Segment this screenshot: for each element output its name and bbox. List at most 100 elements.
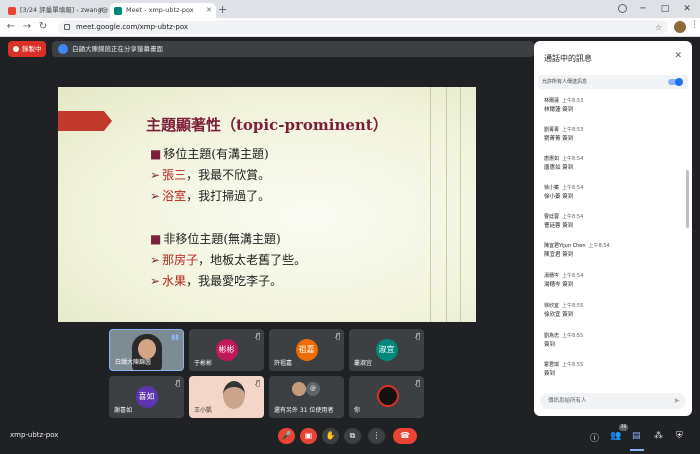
participant-count-badge: 39	[619, 424, 628, 431]
participant-tile[interactable]: 🎙̸ 喜如 謝喜如	[109, 376, 184, 418]
people-icon[interactable]: 👥	[610, 431, 621, 441]
reload-icon[interactable]: ↻	[36, 20, 50, 34]
more-vert-icon[interactable]: ⋮	[690, 20, 699, 30]
presenting-banner: 白韻大陳錦茵正在分享螢幕畫面	[52, 41, 534, 57]
chat-message: 曹廷蓉 上午8:54 曹廷蓉 簽到	[544, 213, 684, 229]
raise-hand-button[interactable]: ✋	[322, 428, 339, 444]
browser-toolbar: ← → ↻ meet.google.com/xmp-ubtz-pox ☆ ⋮	[0, 18, 700, 37]
slide-deco-line	[446, 87, 447, 322]
send-icon[interactable]: ➤	[673, 393, 680, 409]
message-sender: 陳宜君Yijun Chen	[544, 243, 586, 249]
close-window-button[interactable]: ✕	[678, 0, 696, 18]
arrow-bullet-icon: ➢	[150, 274, 161, 288]
participant-tile[interactable]: 🎙̸ 王小凱	[189, 376, 264, 418]
message-text: 簽到	[544, 342, 556, 348]
close-tab-icon[interactable]: ✕	[206, 3, 212, 18]
leave-call-button[interactable]: ☎	[393, 428, 417, 444]
avatar	[292, 382, 306, 396]
slide-deco-line	[430, 87, 431, 322]
chat-message: 徐小蓁 上午8:54 徐小蓁 簽到	[544, 184, 684, 200]
mic-off-icon: 🎙̸	[415, 332, 420, 340]
participant-name: 白韻大陳錦茵	[115, 359, 152, 366]
participant-tile[interactable]: ▮▮ 白韻大陳錦茵	[109, 329, 184, 371]
mic-off-icon: 🎙̸	[255, 379, 260, 387]
chat-message: 陳宜君Yijun Chen 上午8:54 陳宜君 簽到	[544, 242, 684, 258]
more-options-button[interactable]: ⋮	[368, 428, 385, 444]
new-tab-button[interactable]: +	[218, 3, 227, 17]
avatar: @	[306, 382, 320, 396]
browser-tab-bar: [3/24 評量單填報] - zwang@g... ✕ Meet - xmp-u…	[0, 0, 700, 18]
message-time: 上午8:54	[588, 243, 610, 249]
chat-message: 霍君琪 上午8:55 簽到	[544, 361, 684, 377]
form-favicon-icon	[8, 7, 16, 15]
message-text: 湯穗岑 簽到	[544, 282, 574, 288]
mic-toggle-button[interactable]: 🎤	[278, 428, 295, 444]
minimize-button[interactable]: ─	[634, 0, 652, 18]
message-sender: 曹廷蓉	[544, 214, 560, 220]
arrow-bullet-icon: ➢	[150, 168, 161, 182]
tab-search-icon[interactable]	[618, 4, 627, 13]
tab-meet[interactable]: Meet - xmp-ubtz-pox ✕	[110, 3, 216, 18]
participant-tile[interactable]: 🎙̸ 彬彬 于彬彬	[189, 329, 264, 371]
chat-title: 通話中的訊息	[544, 54, 592, 63]
chat-message: 徐欣宜 上午8:55 徐欣宜 簽到	[544, 302, 684, 318]
host-controls-icon[interactable]: ⛨	[676, 431, 683, 441]
present-screen-button[interactable]: ⧉	[344, 428, 361, 444]
avatar: 喜如	[135, 386, 158, 408]
chat-message: 劉菁菁 上午8:53 劉菁菁 簽到	[544, 126, 684, 142]
message-text: 曹廷蓉 簽到	[544, 223, 574, 229]
participant-name: 你	[354, 407, 361, 414]
self-tile[interactable]: 🎙̸ 你	[349, 376, 424, 418]
profile-avatar[interactable]	[674, 21, 686, 33]
forward-arrow-icon[interactable]: →	[20, 20, 34, 34]
camera-toggle-button[interactable]: ▣	[300, 428, 317, 444]
tab-title: [3/24 評量單填報] - zwang@g...	[20, 6, 108, 14]
message-sender: 劉為忠	[544, 333, 560, 339]
close-icon[interactable]: ✕	[674, 51, 682, 61]
slide-bullet: ➢ 浴室，我打掃過了。	[150, 189, 271, 203]
speaking-indicator-icon: ▮▮	[171, 333, 179, 341]
others-tile[interactable]: @ 還有另外 31 位使用者	[269, 376, 344, 418]
participant-name: 謝喜如	[114, 407, 133, 414]
chat-scrollbar[interactable]	[686, 170, 689, 228]
participant-name: 叢淑宜	[354, 360, 373, 367]
message-time: 上午8:53	[562, 127, 584, 133]
square-bullet-icon: ■	[150, 147, 162, 161]
participant-name: 許祖嘉	[274, 360, 293, 367]
participant-tile[interactable]: 🎙̸ 祖嘉 許祖嘉	[269, 329, 344, 371]
recording-label: 錄製中	[22, 45, 42, 53]
message-text: 徐小蓁 簽到	[544, 194, 574, 200]
close-tab-icon[interactable]: ✕	[98, 3, 104, 18]
bookmark-star-icon[interactable]: ☆	[655, 21, 662, 34]
message-text: 唐惠如 簽到	[544, 165, 574, 171]
square-bullet-icon: ■	[150, 232, 162, 246]
arrow-bullet-icon: ➢	[150, 189, 161, 203]
message-sender: 徐欣宜	[544, 303, 560, 309]
url-text: meet.google.com/xmp-ubtz-pox	[76, 23, 189, 31]
mic-off-icon: 🎙̸	[335, 332, 340, 340]
mic-off-icon: 🎙̸	[415, 379, 420, 387]
message-time: 上午8:54	[562, 214, 584, 220]
meeting-info-icon[interactable]: ⓘ	[590, 431, 599, 444]
recording-badge[interactable]: 錄製中	[8, 41, 46, 57]
slide-bullet: ■ 非移位主題(無溝主題)	[150, 232, 281, 246]
chat-message-input[interactable]: 傳訊息給所有人 ➤	[540, 393, 686, 409]
chat-message: 劉為忠 上午8:55 簽到	[544, 332, 684, 348]
maximize-button[interactable]: □	[656, 0, 674, 18]
message-sender: 湯穗岑	[544, 273, 560, 279]
slide-title: 主題顯著性（topic-prominent）	[146, 116, 388, 134]
message-time: 上午8:55	[562, 333, 584, 339]
message-sender: 徐小蓁	[544, 185, 560, 191]
tab-evaluation[interactable]: [3/24 評量單填報] - zwang@g... ✕	[4, 3, 108, 18]
participant-tile[interactable]: 🎙̸ 淑宜 叢淑宜	[349, 329, 424, 371]
presenting-text: 白韻大陳錦茵正在分享螢幕畫面	[72, 45, 163, 53]
chat-icon[interactable]: ▤	[632, 431, 641, 441]
allow-messages-toggle[interactable]	[668, 78, 683, 86]
address-bar[interactable]: meet.google.com/xmp-ubtz-pox ☆	[58, 21, 668, 34]
activities-icon[interactable]: ⁂	[654, 431, 663, 441]
allow-messages-row: 允許所有人傳送訊息	[538, 75, 688, 89]
slide-accent-arrow	[58, 111, 112, 131]
back-arrow-icon[interactable]: ←	[4, 20, 18, 34]
message-time: 上午8:53	[562, 98, 584, 104]
meeting-code: xmp-ubtz-pox	[10, 431, 59, 439]
